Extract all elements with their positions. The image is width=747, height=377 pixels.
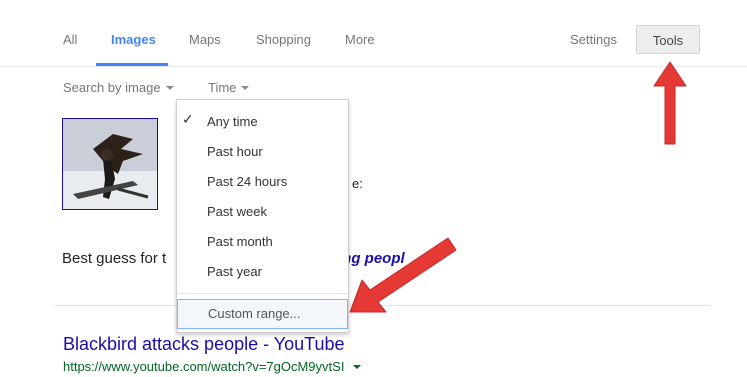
best-guess-label: Best guess for t xyxy=(62,250,167,267)
search-tabs-bar: All Images Maps Shopping More Settings T… xyxy=(0,0,747,67)
menu-item-past-hour[interactable]: Past hour xyxy=(207,144,263,159)
tab-all[interactable]: All xyxy=(63,32,77,47)
menu-divider xyxy=(177,293,348,294)
red-arrow-diagonal-icon xyxy=(349,237,457,313)
red-arrow-up-icon xyxy=(653,61,687,145)
query-image-thumbnail[interactable] xyxy=(62,118,158,210)
menu-item-past-year[interactable]: Past year xyxy=(207,264,262,279)
checkmark-icon: ✓ xyxy=(182,111,194,127)
chevron-down-icon xyxy=(241,85,250,90)
menu-item-past-24-hours[interactable]: Past 24 hours xyxy=(207,174,287,189)
bird-attack-photo xyxy=(63,119,157,209)
url-menu-chevron-icon[interactable] xyxy=(353,364,362,369)
result-title-link[interactable]: Blackbird attacks people - YouTube xyxy=(63,334,345,355)
menu-item-past-week[interactable]: Past week xyxy=(207,204,267,219)
tab-images[interactable]: Images xyxy=(111,32,156,47)
tools-button[interactable]: Tools xyxy=(636,25,700,54)
search-by-image-dropdown[interactable]: Search by image xyxy=(63,80,174,95)
partial-text-behind-menu: e: xyxy=(352,176,363,191)
menu-item-any-time[interactable]: Any time xyxy=(207,114,258,129)
result-url-text: https://www.youtube.com/watch?v=7gOcM9yv… xyxy=(63,359,345,374)
settings-link[interactable]: Settings xyxy=(570,32,617,47)
result-url: https://www.youtube.com/watch?v=7gOcM9yv… xyxy=(63,359,362,374)
tab-maps[interactable]: Maps xyxy=(189,32,221,47)
menu-item-past-month[interactable]: Past month xyxy=(207,234,273,249)
search-by-image-label: Search by image xyxy=(63,80,161,95)
time-dropdown[interactable]: Time xyxy=(208,80,250,95)
active-tab-indicator xyxy=(96,63,168,66)
tab-more[interactable]: More xyxy=(345,32,375,47)
time-label: Time xyxy=(208,80,237,95)
tab-shopping[interactable]: Shopping xyxy=(256,32,311,47)
menu-item-custom-range[interactable]: Custom range... xyxy=(177,299,348,329)
chevron-down-icon xyxy=(165,85,174,90)
time-dropdown-menu: ✓ Any time Past hour Past 24 hours Past … xyxy=(176,99,349,333)
